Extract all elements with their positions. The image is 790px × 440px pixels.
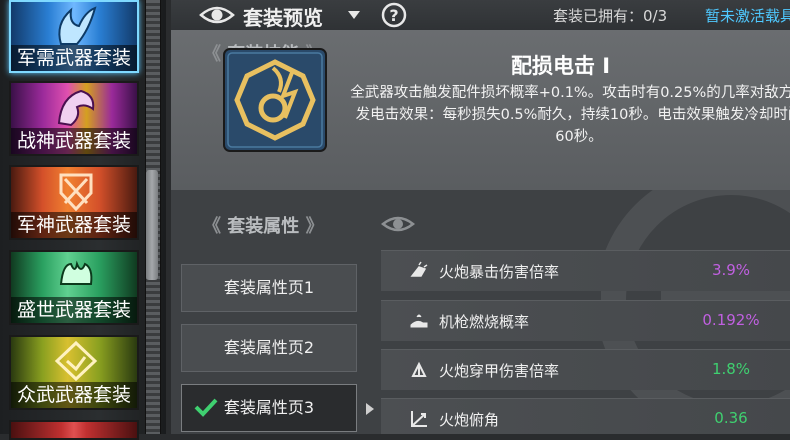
emblem-icon <box>59 260 93 285</box>
attr-page-button-2[interactable]: 套装属性页2 <box>181 324 357 372</box>
attr-page-button-1[interactable]: 套装属性页1 <box>181 264 357 312</box>
arrow-right-icon <box>366 403 374 415</box>
owned-count: 套装已拥有：0/3 <box>553 7 668 25</box>
skill-emblem-icon <box>223 48 327 152</box>
set-list-panel: 军需武器套装 战神武器套装 军神武器套装 盛世武器套装 众武武器套装 <box>0 0 166 440</box>
attr-page-button-3[interactable]: 套装属性页3 <box>181 384 357 432</box>
attr-row: 火炮暴击伤害倍率 3.9% <box>381 250 790 291</box>
emblem-icon <box>54 340 98 382</box>
emblem-icon <box>57 89 95 127</box>
set-card-1[interactable]: 军需武器套装 <box>9 0 139 73</box>
top-bar: 套装预览 ? 套装已拥有：0/3 暂未激活载具 <box>171 0 790 30</box>
cannon-pierce-icon <box>411 361 427 377</box>
emblem-icon <box>59 173 93 212</box>
cannon-depression-icon <box>411 411 427 427</box>
attr-page-label: 套装属性页1 <box>223 278 315 297</box>
check-icon <box>194 398 218 417</box>
set-card-label: 战神武器套装 <box>11 128 137 154</box>
set-card-bg <box>11 422 137 438</box>
set-card-label: 众武武器套装 <box>11 382 137 408</box>
machinegun-burn-icon <box>410 314 428 328</box>
attr-name: 火炮暴击伤害倍率 <box>439 263 560 281</box>
set-preview-panel: 套装预览 ? 套装已拥有：0/3 暂未激活载具 《 套装技能 》 配损电击 Ⅰ … <box>171 0 790 434</box>
page-title: 套装预览 <box>243 6 323 30</box>
set-card-2[interactable]: 战神武器套装 <box>9 81 139 156</box>
set-card-4[interactable]: 盛世武器套装 <box>9 250 139 325</box>
chevron-left-icon: 《 <box>203 44 221 65</box>
inactive-vehicle-link[interactable]: 暂未激活载具 <box>705 5 790 26</box>
eye-icon[interactable] <box>381 212 415 236</box>
set-card-6[interactable] <box>9 420 139 440</box>
attr-value: 1.8% <box>711 360 751 378</box>
attr-value: 0.192% <box>702 311 760 329</box>
help-icon[interactable]: ? <box>381 2 407 28</box>
attr-section-header: 《 套装属性 》 <box>203 212 324 238</box>
svg-text:?: ? <box>389 6 398 25</box>
chevron-right-icon: 》 <box>305 216 324 237</box>
attr-name: 机枪燃烧概率 <box>439 313 530 331</box>
attr-name: 火炮俯角 <box>439 411 500 429</box>
attr-section-title: 套装属性 <box>227 216 300 237</box>
set-card-label: 盛世武器套装 <box>11 297 137 323</box>
set-card-3[interactable]: 军神武器套装 <box>9 165 139 240</box>
attr-name: 火炮穿甲伤害倍率 <box>439 362 560 380</box>
skill-name: 配损电击 Ⅰ <box>511 54 611 78</box>
set-card-5[interactable]: 众武武器套装 <box>9 335 139 410</box>
eye-icon <box>199 6 235 24</box>
attr-row: 机枪燃烧概率 0.192% <box>381 300 790 341</box>
set-card-label: 军需武器套装 <box>11 45 137 71</box>
set-card-label: 军神武器套装 <box>11 212 137 238</box>
attr-row: 火炮俯角 0.36 <box>381 398 790 434</box>
attr-page-label: 套装属性页2 <box>223 338 315 357</box>
attr-page-label: 套装属性页3 <box>223 398 315 417</box>
emblem-icon <box>58 6 97 45</box>
cannon-crit-icon <box>410 261 428 277</box>
attr-row: 火炮穿甲伤害倍率 1.8% <box>381 349 790 390</box>
background-emblem <box>601 165 790 434</box>
skill-description: 全武器攻击触发配件损坏概率+0.1%。攻击时有0.25%的几率对敌方触发电击效果… <box>350 85 790 145</box>
scroll-thumb[interactable] <box>146 170 158 280</box>
chevron-down-icon[interactable] <box>347 8 361 22</box>
attr-value: 0.36 <box>714 409 748 427</box>
attr-value: 3.9% <box>711 261 751 279</box>
chevron-left-icon: 《 <box>203 216 221 237</box>
